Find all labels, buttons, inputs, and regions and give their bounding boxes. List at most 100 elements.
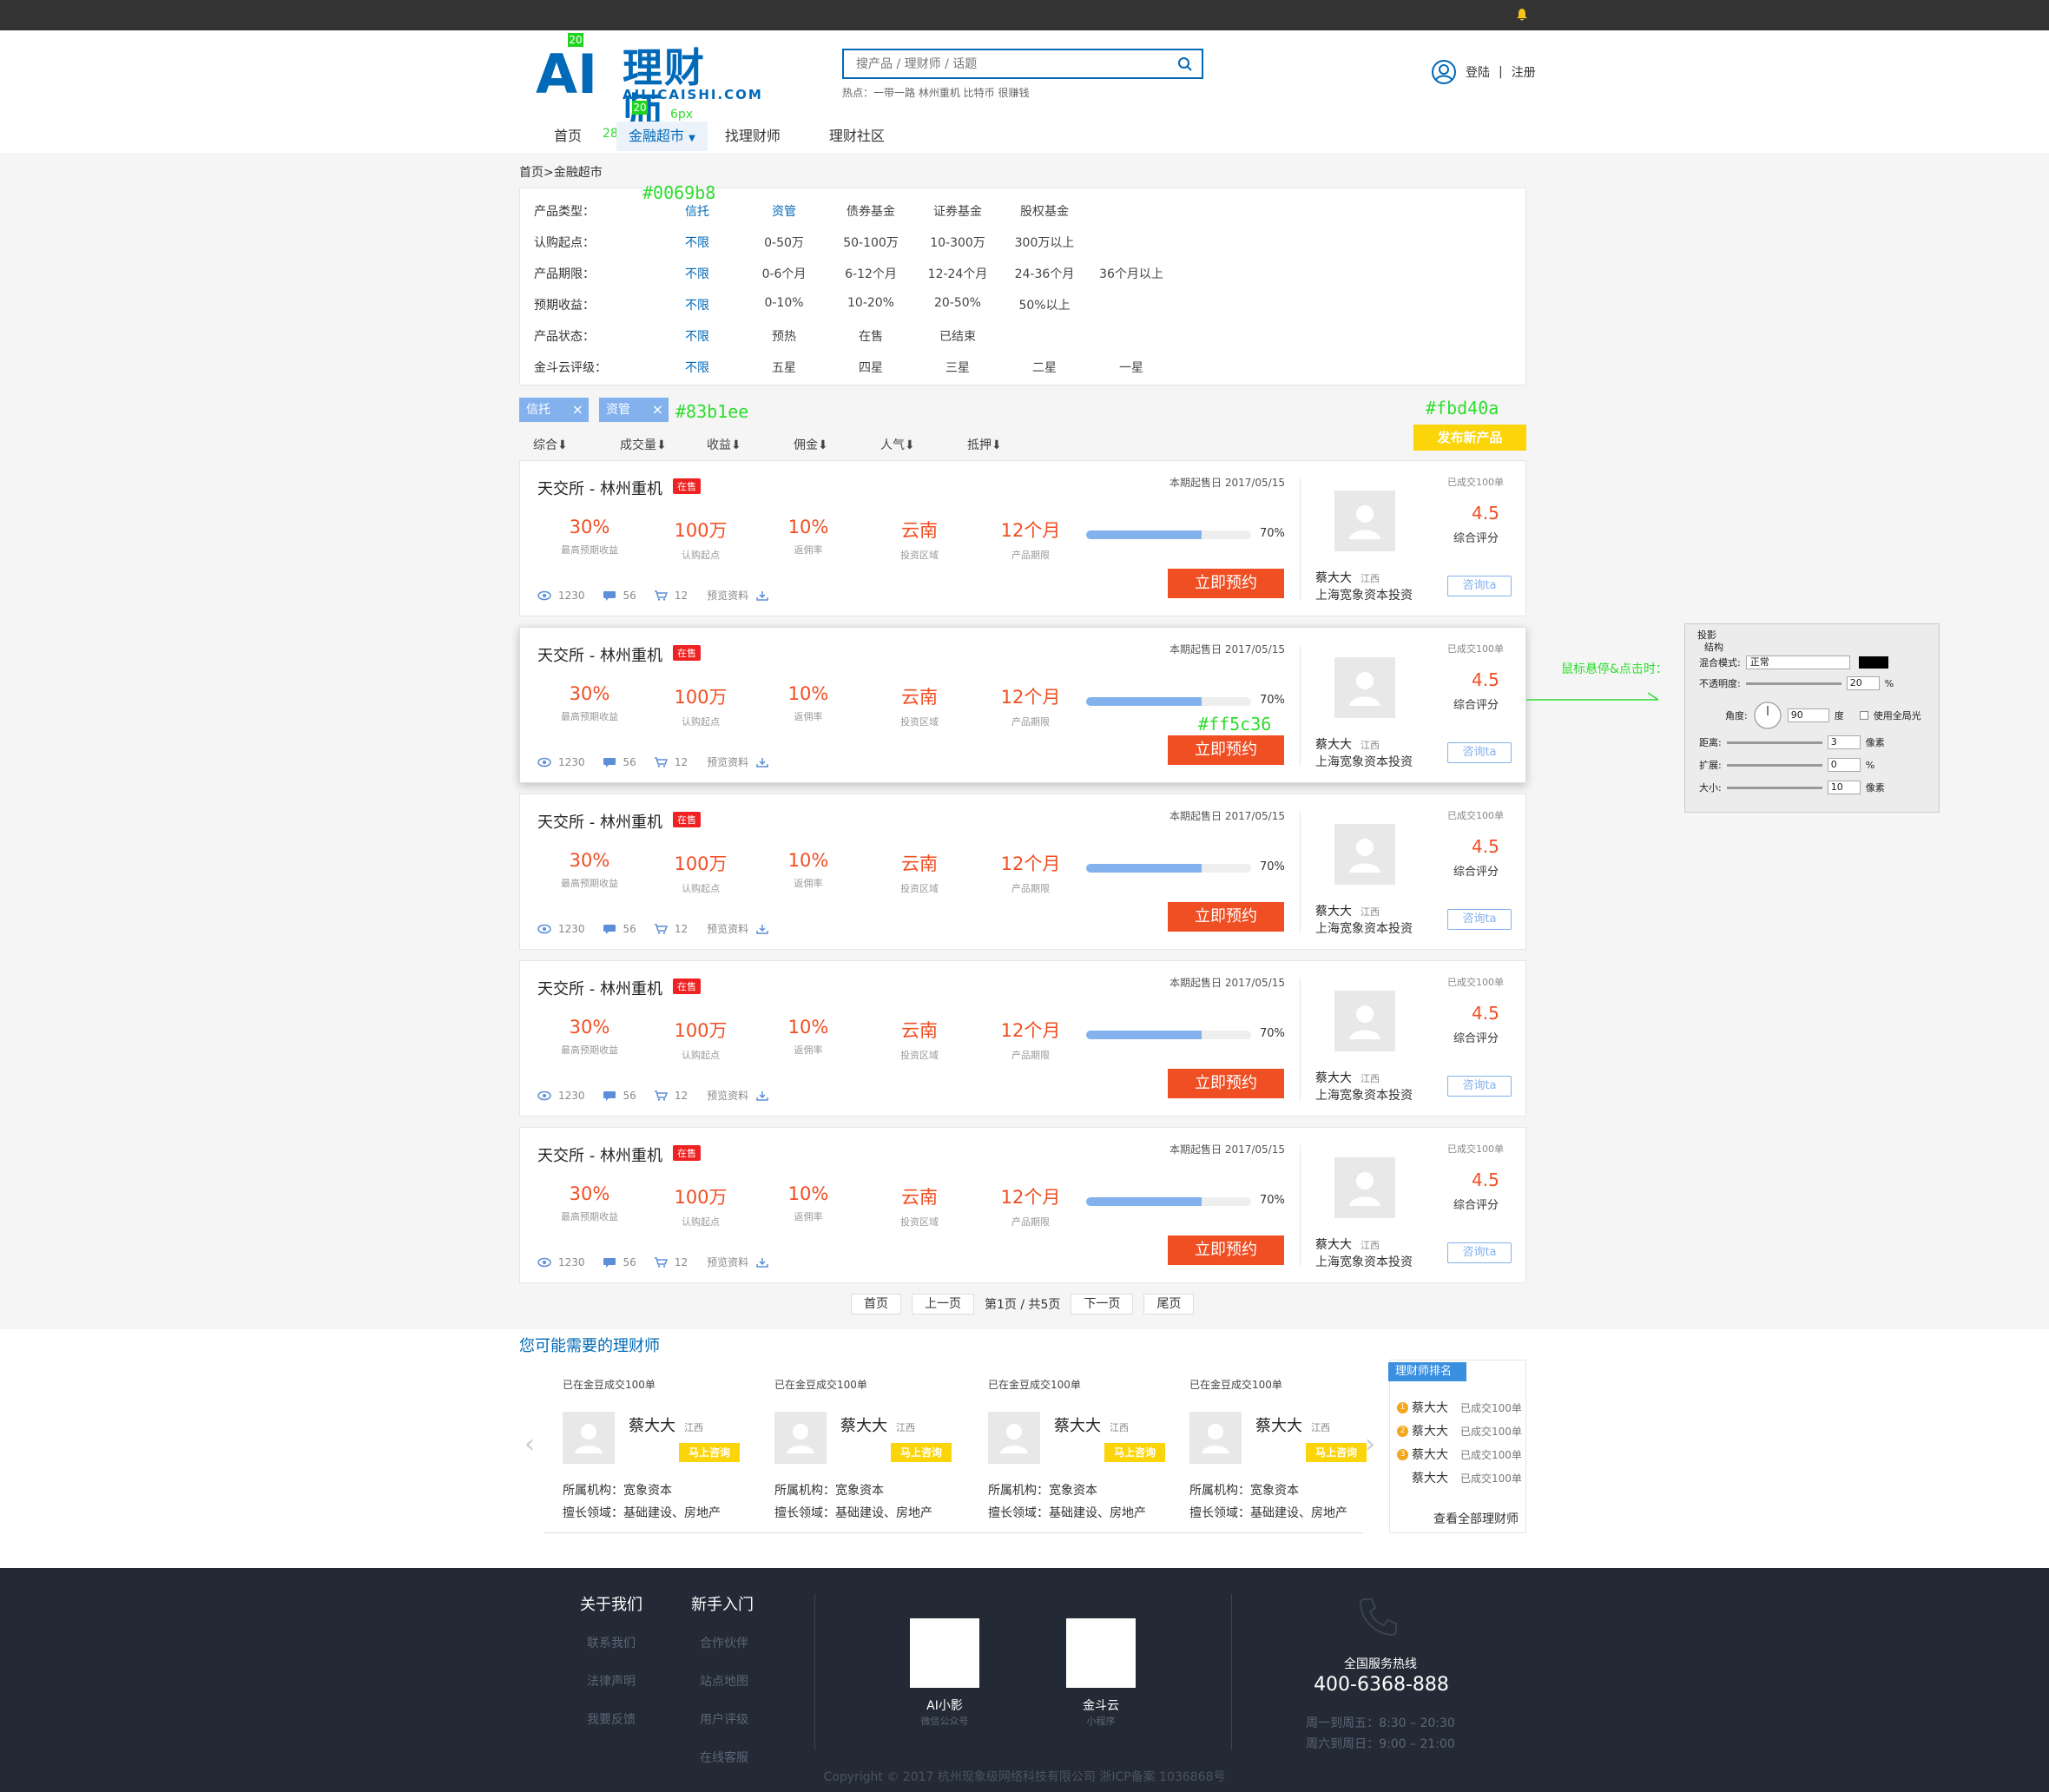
ps-color-swatch[interactable]	[1858, 656, 1888, 669]
product-title[interactable]: 天交所 - 林州重机	[537, 477, 662, 499]
ps-slider[interactable]	[1745, 682, 1841, 685]
ps-opacity-input[interactable]: 20	[1846, 676, 1880, 690]
tag-trust[interactable]: 信托 ×	[519, 398, 589, 422]
ps-blend-select[interactable]: 正常	[1745, 656, 1850, 669]
avatar[interactable]	[1334, 657, 1395, 718]
page-last[interactable]: 尾页	[1143, 1294, 1195, 1314]
filter-option[interactable]: 300万以上	[1001, 234, 1088, 251]
avatar[interactable]	[988, 1412, 1040, 1464]
search-input[interactable]	[844, 50, 1156, 77]
ps-checkbox[interactable]	[1859, 711, 1868, 720]
consult-button[interactable]: 咨询ta	[1447, 1242, 1512, 1263]
reserve-button[interactable]: 立即预约	[1168, 735, 1284, 765]
ps-angle-input[interactable]: 90	[1787, 708, 1829, 722]
footer-link[interactable]: 用户评级	[700, 1710, 754, 1728]
filter-option[interactable]: 0-50万	[741, 234, 827, 251]
advisor-card[interactable]: 已在金豆成交100单 蔡大大 江西 马上咨询 所属机构：宽象资本 擅长领域：基础建设、房地…	[1170, 1363, 1367, 1528]
avatar[interactable]	[1334, 491, 1395, 551]
footer-link[interactable]: 法律声明	[587, 1672, 642, 1690]
sort-collateral[interactable]: 抵押⬇	[967, 436, 1054, 453]
filter-option[interactable]: 不限	[654, 265, 741, 282]
filter-option[interactable]: 6-12个月	[827, 265, 914, 282]
advisor-name[interactable]: 蔡大大 江西	[1315, 735, 1380, 753]
download-icon[interactable]	[755, 1257, 769, 1268]
page-prev[interactable]: 上一页	[912, 1294, 974, 1314]
consult-button[interactable]: 咨询ta	[1447, 1076, 1512, 1097]
ranking-item[interactable]: 1 蔡大大 已成交100单	[1397, 1399, 1522, 1416]
footer-link[interactable]: 合作伙伴	[700, 1634, 754, 1651]
product-card[interactable]: 天交所 - 林州重机 在售 本期起售日 2017/05/15 30% 最高预期收益 100…	[519, 627, 1526, 783]
filter-option[interactable]: 不限	[654, 296, 741, 313]
footer-link[interactable]: 站点地图	[700, 1672, 754, 1690]
advisor-card[interactable]: 已在金豆成交100单 蔡大大 江西 马上咨询 所属机构：宽象资本 擅长领域：基础建设、房地…	[544, 1363, 740, 1528]
filter-option[interactable]: 四星	[827, 359, 914, 376]
tag-asset[interactable]: 资管 ×	[599, 398, 669, 422]
reserve-button[interactable]: 立即预约	[1168, 1235, 1284, 1265]
filter-option[interactable]: 50-100万	[827, 234, 914, 251]
footer-link[interactable]: 我要反馈	[587, 1710, 642, 1728]
advisor-name[interactable]: 蔡大大 江西	[840, 1413, 915, 1436]
page-next[interactable]: 下一页	[1071, 1294, 1134, 1314]
filter-option[interactable]: 三星	[914, 359, 1001, 376]
filter-option[interactable]: 24-36个月	[1001, 265, 1088, 282]
filter-option[interactable]: 五星	[741, 359, 827, 376]
ranking-item[interactable]: 蔡大大 已成交100单	[1397, 1469, 1522, 1486]
filter-option[interactable]: 0-10%	[741, 296, 827, 313]
advisor-name[interactable]: 蔡大大 江西	[1315, 569, 1380, 586]
sort-commission[interactable]: 佣金⬇	[794, 436, 880, 453]
ps-slider[interactable]	[1726, 763, 1822, 767]
ps-spread-input[interactable]: 0	[1827, 758, 1861, 772]
product-card[interactable]: 天交所 - 林州重机 在售 本期起售日 2017/05/15 30% 最高预期收益 100…	[519, 960, 1526, 1117]
nav-community[interactable]: 理财社区	[829, 122, 933, 151]
sort-popularity[interactable]: 人气⬇	[880, 436, 967, 453]
footer-link[interactable]: 联系我们	[587, 1634, 642, 1651]
product-card[interactable]: 天交所 - 林州重机 在售 本期起售日 2017/05/15 30% 最高预期收益 100…	[519, 460, 1526, 616]
filter-option[interactable]: 不限	[654, 234, 741, 251]
sort-overall[interactable]: 综合⬇	[533, 436, 620, 453]
page-first[interactable]: 首页	[851, 1294, 901, 1314]
publish-button[interactable]: 发布新产品	[1413, 425, 1526, 451]
consult-now-button[interactable]: 马上咨询	[1104, 1443, 1165, 1462]
product-title[interactable]: 天交所 - 林州重机	[537, 643, 662, 666]
download-icon[interactable]	[755, 757, 769, 768]
filter-option[interactable]: 20-50%	[914, 296, 1001, 313]
preview-link[interactable]: 预览资料	[707, 588, 748, 603]
avatar[interactable]	[1334, 824, 1395, 885]
ps-angle-dial[interactable]	[1753, 701, 1782, 730]
hot-terms[interactable]: 一带一路 林州重机 比特币 很赚钱	[873, 87, 1029, 99]
consult-button[interactable]: 咨询ta	[1447, 576, 1512, 596]
ps-slider[interactable]	[1726, 786, 1822, 789]
advisor-name[interactable]: 蔡大大 江西	[1315, 902, 1380, 919]
advisor-card[interactable]: 已在金豆成交100单 蔡大大 江西 马上咨询 所属机构：宽象资本 擅长领域：基础建设、房地…	[755, 1363, 952, 1528]
nav-market[interactable]: 金融超市 ▼	[616, 122, 708, 151]
avatar[interactable]	[774, 1412, 827, 1464]
nav-home[interactable]: 首页	[538, 122, 616, 151]
close-icon[interactable]: ×	[652, 398, 663, 422]
preview-link[interactable]: 预览资料	[707, 754, 748, 769]
avatar[interactable]	[1334, 991, 1395, 1051]
filter-option[interactable]: 股权基金	[1001, 202, 1088, 220]
product-card[interactable]: 天交所 - 林州重机 在售 本期起售日 2017/05/15 30% 最高预期收益 100…	[519, 1127, 1526, 1283]
ranking-item[interactable]: 3 蔡大大 已成交100单	[1397, 1446, 1522, 1463]
reserve-button[interactable]: 立即预约	[1168, 902, 1284, 932]
breadcrumb[interactable]: 首页>金融超市	[519, 163, 603, 181]
ps-slider[interactable]	[1726, 741, 1822, 744]
filter-option[interactable]: 不限	[654, 327, 741, 345]
filter-option[interactable]: 信托	[654, 202, 741, 220]
product-title[interactable]: 天交所 - 林州重机	[537, 810, 662, 833]
filter-option[interactable]: 50%以上	[1001, 296, 1088, 313]
advisor-name[interactable]: 蔡大大 江西	[1315, 1235, 1380, 1253]
logo[interactable]: AI 理财师 AILICAISHI.COM	[536, 43, 761, 136]
filter-option[interactable]: 12-24个月	[914, 265, 1001, 282]
filter-option[interactable]: 0-6个月	[741, 265, 827, 282]
consult-now-button[interactable]: 马上咨询	[891, 1443, 952, 1462]
preview-link[interactable]: 预览资料	[707, 921, 748, 936]
preview-link[interactable]: 预览资料	[707, 1088, 748, 1103]
chevron-right-icon[interactable]: ›	[1365, 1429, 1375, 1459]
advisor-name[interactable]: 蔡大大 江西	[629, 1413, 703, 1436]
chevron-left-icon[interactable]: ‹	[524, 1429, 535, 1459]
filter-option[interactable]: 不限	[654, 359, 741, 376]
filter-option[interactable]: 在售	[827, 327, 914, 345]
filter-option[interactable]: 债券基金	[827, 202, 914, 220]
bell-icon[interactable]	[1516, 8, 1528, 22]
